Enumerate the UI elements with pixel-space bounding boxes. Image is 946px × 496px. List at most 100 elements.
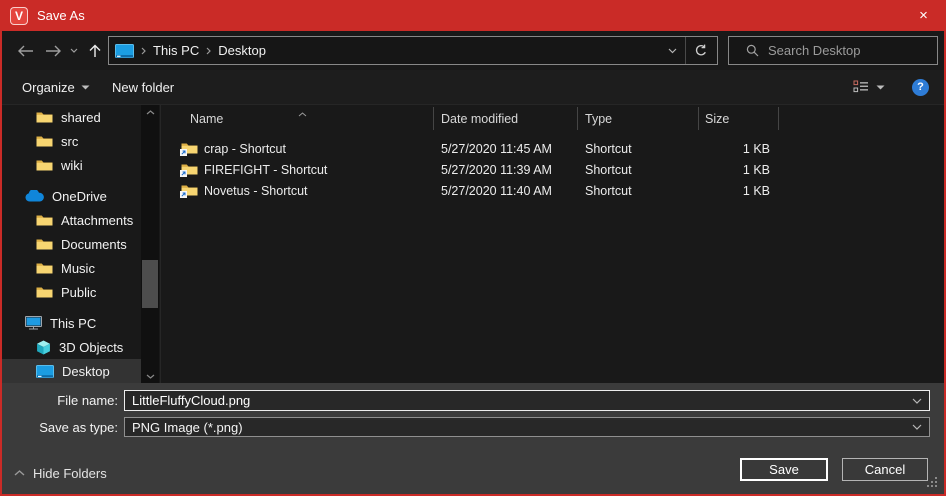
column-header-date-modified[interactable]: Date modified bbox=[434, 107, 578, 130]
sidebar-item-3d-objects[interactable]: 3D Objects bbox=[2, 335, 141, 359]
scrollbar-thumb[interactable] bbox=[142, 260, 158, 308]
close-icon[interactable]: × bbox=[901, 0, 946, 31]
new-folder-button[interactable]: New folder bbox=[112, 70, 174, 104]
save-as-type-value: PNG Image (*.png) bbox=[132, 420, 243, 435]
shortcut-arrow-overlay-icon bbox=[180, 170, 187, 177]
chevron-down-icon bbox=[876, 85, 885, 90]
folder-icon bbox=[36, 238, 53, 251]
resize-grip[interactable] bbox=[927, 477, 939, 489]
shortcut-arrow-overlay-icon bbox=[180, 191, 187, 198]
file-date-modified: 5/27/2020 11:40 AM bbox=[434, 184, 578, 198]
forward-button[interactable] bbox=[40, 31, 66, 70]
cancel-button[interactable]: Cancel bbox=[842, 458, 928, 481]
scroll-up-icon[interactable] bbox=[141, 105, 159, 119]
help-icon: ? bbox=[912, 79, 929, 96]
breadcrumb-chevron-icon bbox=[141, 47, 146, 55]
file-row[interactable]: Novetus - Shortcut 5/27/2020 11:40 AM Sh… bbox=[161, 180, 944, 201]
chevron-down-icon[interactable] bbox=[912, 424, 922, 430]
up-button[interactable] bbox=[85, 31, 105, 70]
column-headers: Name Date modified Type Size bbox=[161, 105, 944, 130]
chevron-down-icon[interactable] bbox=[912, 398, 922, 404]
view-options-button[interactable] bbox=[853, 70, 869, 104]
file-list: Name Date modified Type Size crap - Shor… bbox=[161, 105, 944, 383]
folder-icon bbox=[36, 159, 53, 172]
save-as-type-label: Save as type: bbox=[2, 420, 124, 435]
forward-arrow-icon bbox=[45, 45, 62, 57]
sidebar-item-shared[interactable]: shared bbox=[2, 105, 141, 129]
sidebar-item-this-pc[interactable]: This PC bbox=[2, 311, 141, 335]
navigation-bar: This PC Desktop bbox=[2, 31, 944, 70]
folder-icon bbox=[36, 214, 53, 227]
folder-icon bbox=[36, 111, 53, 124]
sidebar-item-label: Documents bbox=[61, 237, 127, 252]
scroll-down-icon[interactable] bbox=[141, 369, 159, 383]
window-border-left bbox=[0, 31, 2, 496]
sidebar-spacer bbox=[2, 304, 141, 311]
sidebar-item-label: src bbox=[61, 134, 78, 149]
file-size: 1 KB bbox=[699, 184, 779, 198]
computer-icon bbox=[25, 316, 42, 330]
sidebar-item-onedrive[interactable]: OneDrive bbox=[2, 184, 141, 208]
view-options-dropdown[interactable] bbox=[876, 70, 885, 104]
column-header-type[interactable]: Type bbox=[578, 107, 699, 130]
breadcrumb-this-pc[interactable]: This PC bbox=[153, 43, 199, 58]
3d-cube-icon bbox=[36, 340, 51, 355]
hide-folders-button[interactable]: Hide Folders bbox=[14, 463, 107, 483]
help-button[interactable]: ? bbox=[912, 70, 929, 104]
sidebar-item-label: wiki bbox=[61, 158, 83, 173]
search-icon bbox=[746, 44, 759, 57]
column-header-size[interactable]: Size bbox=[699, 107, 779, 130]
refresh-icon[interactable] bbox=[694, 44, 708, 58]
back-button[interactable] bbox=[12, 31, 38, 70]
sidebar-item-documents[interactable]: Documents bbox=[2, 232, 141, 256]
sidebar-item-label: This PC bbox=[50, 316, 96, 331]
chevron-down-icon bbox=[81, 85, 90, 90]
file-size: 1 KB bbox=[699, 163, 779, 177]
folder-icon bbox=[36, 286, 53, 299]
shortcut-folder-icon bbox=[181, 163, 198, 176]
address-divider bbox=[685, 37, 686, 64]
chevron-up-icon bbox=[14, 470, 25, 476]
sidebar-item-attachments[interactable]: Attachments bbox=[2, 208, 141, 232]
sidebar-spacer bbox=[2, 177, 141, 184]
file-name: FIREFIGHT - Shortcut bbox=[204, 163, 327, 177]
titlebar: V Save As × bbox=[0, 0, 946, 31]
vivaldi-app-icon: V bbox=[10, 7, 28, 25]
new-folder-label: New folder bbox=[112, 80, 174, 95]
search-input[interactable] bbox=[768, 43, 918, 58]
sidebar-item-label: Public bbox=[61, 285, 96, 300]
search-box[interactable] bbox=[728, 36, 938, 65]
sidebar-item-src[interactable]: src bbox=[2, 129, 141, 153]
file-row[interactable]: FIREFIGHT - Shortcut 5/27/2020 11:39 AM … bbox=[161, 159, 944, 180]
details-view-icon bbox=[853, 80, 869, 94]
folder-icon bbox=[36, 262, 53, 275]
file-name-label: File name: bbox=[2, 393, 124, 408]
up-arrow-icon bbox=[88, 44, 102, 58]
file-date-modified: 5/27/2020 11:45 AM bbox=[434, 142, 578, 156]
address-dropdown-icon[interactable] bbox=[668, 48, 677, 54]
save-as-type-select[interactable]: PNG Image (*.png) bbox=[124, 417, 930, 437]
sidebar-scrollbar[interactable] bbox=[141, 105, 159, 383]
sidebar-item-label: shared bbox=[61, 110, 101, 125]
bottom-panel: File name: Save as type: PNG Image (*.pn… bbox=[2, 383, 944, 494]
save-button[interactable]: Save bbox=[740, 458, 828, 481]
sidebar-item-label: Attachments bbox=[61, 213, 133, 228]
address-bar[interactable]: This PC Desktop bbox=[108, 36, 718, 65]
breadcrumb-desktop[interactable]: Desktop bbox=[218, 43, 266, 58]
file-name: crap - Shortcut bbox=[204, 142, 286, 156]
file-name-input[interactable] bbox=[124, 390, 930, 411]
file-row[interactable]: crap - Shortcut 5/27/2020 11:45 AM Short… bbox=[161, 138, 944, 159]
organize-button[interactable]: Organize bbox=[22, 70, 90, 104]
folder-icon bbox=[36, 135, 53, 148]
back-arrow-icon bbox=[17, 45, 34, 57]
hide-folders-label: Hide Folders bbox=[33, 466, 107, 481]
file-type: Shortcut bbox=[578, 142, 699, 156]
desktop-location-icon bbox=[115, 44, 134, 58]
sidebar-item-music[interactable]: Music bbox=[2, 256, 141, 280]
sidebar-item-desktop[interactable]: Desktop bbox=[2, 359, 141, 383]
sidebar-item-public[interactable]: Public bbox=[2, 280, 141, 304]
file-date-modified: 5/27/2020 11:39 AM bbox=[434, 163, 578, 177]
sort-ascending-icon bbox=[298, 106, 307, 120]
sidebar-item-wiki[interactable]: wiki bbox=[2, 153, 141, 177]
recent-locations-button[interactable] bbox=[66, 31, 82, 70]
